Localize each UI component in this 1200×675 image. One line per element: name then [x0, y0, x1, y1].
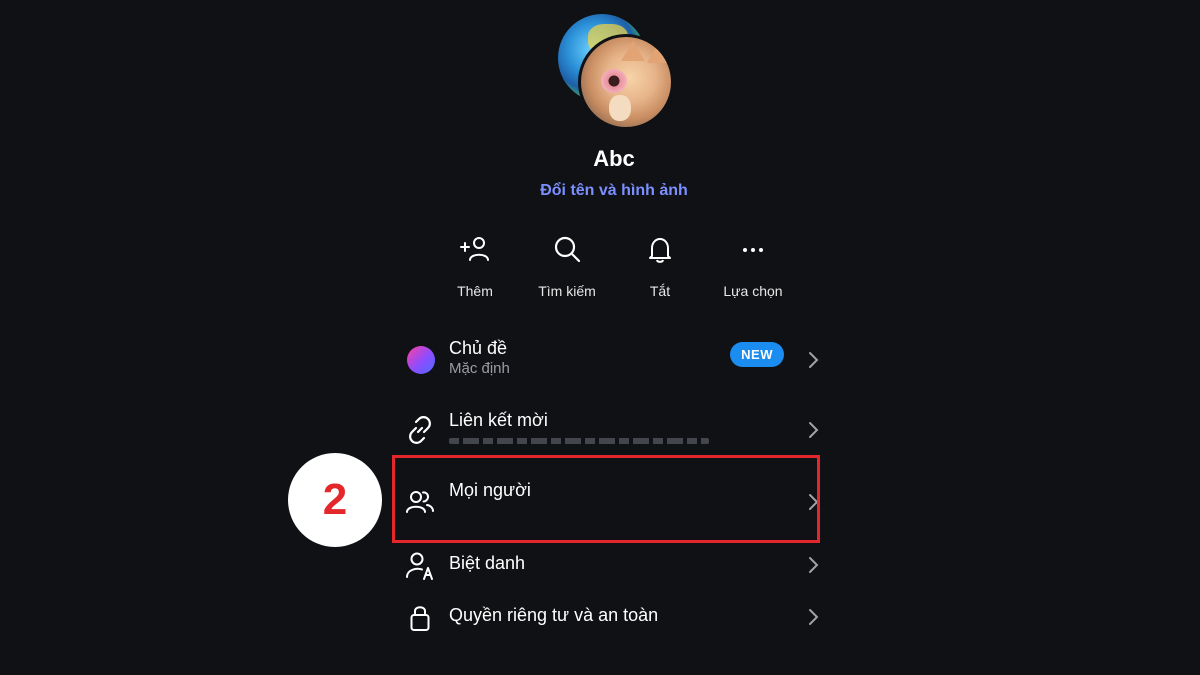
chevron-right-icon	[809, 609, 819, 625]
menu-item-theme[interactable]: Chủ đề Mặc định NEW	[400, 338, 824, 382]
theme-title: Chủ đề	[449, 338, 508, 358]
nickname-icon	[406, 552, 433, 580]
step-highlight-box	[392, 455, 820, 543]
theme-subtitle: Mặc định	[449, 360, 510, 377]
mute-label: Tắt	[649, 283, 671, 299]
nickname-title: Biệt danh	[449, 553, 526, 573]
bell-icon	[649, 238, 671, 263]
group-name: Abc	[593, 146, 635, 171]
chevron-right-icon	[809, 422, 819, 438]
mute-button[interactable]: Tắt	[610, 232, 710, 299]
more-icon	[743, 248, 763, 252]
menu-item-invite-link[interactable]: Liên kết mời	[400, 408, 824, 452]
menu-item-nickname[interactable]: Biệt danh	[400, 550, 824, 582]
group-avatar[interactable]	[556, 12, 676, 130]
menu-item-privacy[interactable]: Quyền riêng tư và an toàn	[400, 602, 824, 634]
search-button[interactable]: Tìm kiếm	[517, 232, 617, 299]
privacy-title: Quyền riêng tư và an toàn	[449, 605, 659, 625]
step-number-badge: 2	[288, 453, 382, 547]
invite-link-url-obscured	[449, 438, 709, 444]
options-button[interactable]: Lựa chọn	[703, 232, 803, 299]
search-icon	[554, 236, 581, 263]
theme-color-icon	[407, 346, 435, 374]
add-member-button[interactable]: Thêm	[425, 232, 525, 299]
rename-link[interactable]: Đổi tên và hình ảnh	[0, 182, 1200, 200]
add-person-icon	[460, 237, 489, 261]
link-icon	[409, 416, 431, 444]
lock-icon	[410, 606, 430, 631]
chevron-right-icon	[809, 352, 819, 368]
options-label: Lựa chọn	[723, 283, 783, 299]
invite-link-title: Liên kết mời	[449, 410, 548, 430]
new-badge: NEW	[730, 342, 784, 367]
search-label: Tìm kiếm	[538, 283, 596, 299]
avatar-member-2	[578, 34, 674, 130]
add-member-label: Thêm	[457, 283, 493, 299]
chevron-right-icon	[809, 557, 819, 573]
